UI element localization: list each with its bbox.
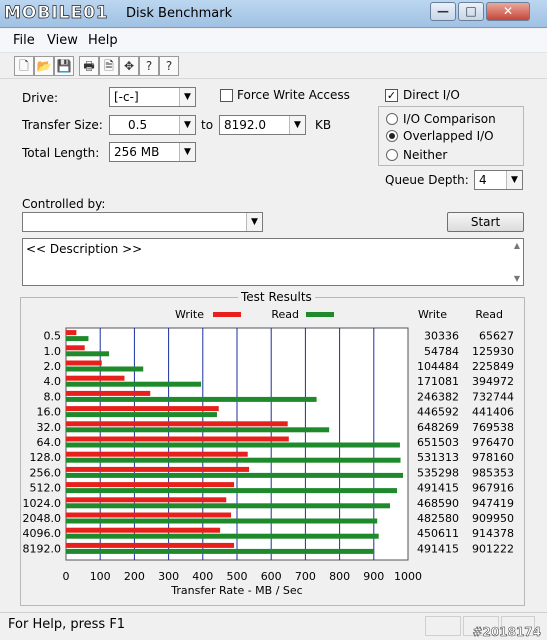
x-tick-label: 600: [261, 570, 282, 583]
status-bar: For Help, press F1: [0, 612, 547, 640]
write-value: 171081: [417, 375, 459, 388]
read-bar: [66, 427, 330, 433]
legend-label-read: Read: [271, 308, 299, 321]
x-axis-label: Transfer Rate - MB / Sec: [170, 584, 302, 597]
write-value: 468590: [417, 497, 459, 510]
write-value: 104484: [417, 360, 459, 373]
read-value: 441406: [472, 406, 514, 419]
read-value: 976470: [472, 436, 514, 449]
x-tick-label: 700: [295, 570, 316, 583]
write-value: 531313: [417, 451, 459, 464]
read-value: 914378: [472, 527, 514, 540]
read-bar: [66, 533, 379, 539]
category-label: 32.0: [37, 421, 62, 434]
legend-swatch-write: [213, 312, 241, 317]
read-bar: [66, 442, 400, 448]
x-tick-label: 200: [124, 570, 145, 583]
legend-label-write: Write: [175, 308, 204, 321]
read-value: 909950: [472, 512, 514, 525]
x-tick-label: 500: [227, 570, 248, 583]
write-bar: [66, 527, 221, 533]
category-label: 8.0: [44, 390, 62, 403]
write-value: 54784: [424, 345, 459, 358]
write-bar: [66, 542, 235, 548]
write-bar: [66, 345, 85, 351]
write-bar: [66, 406, 219, 412]
write-bar: [66, 451, 248, 457]
write-bar: [66, 330, 77, 336]
read-value: 985353: [472, 466, 514, 479]
read-bar: [66, 412, 217, 418]
read-bar: [66, 351, 110, 357]
category-label: 2.0: [44, 360, 62, 373]
read-value: 65627: [479, 330, 514, 343]
category-label: 1024.0: [23, 497, 62, 510]
write-value: 651503: [417, 436, 459, 449]
write-value: 491415: [417, 542, 459, 555]
write-bar: [66, 436, 289, 442]
x-tick-label: 900: [363, 570, 384, 583]
read-bar: [66, 488, 398, 494]
read-bar: [66, 381, 202, 387]
write-value: 446592: [417, 406, 459, 419]
category-label: 64.0: [37, 436, 62, 449]
read-bar: [66, 503, 391, 509]
write-value: 482580: [417, 512, 459, 525]
x-tick-label: 100: [90, 570, 111, 583]
read-bar: [66, 472, 403, 478]
column-header-read: Read: [475, 308, 503, 321]
write-value: 648269: [417, 421, 459, 434]
x-tick-label: 1000: [394, 570, 422, 583]
read-bar: [66, 457, 401, 463]
x-tick-label: 800: [329, 570, 350, 583]
category-label: 4.0: [44, 375, 62, 388]
read-bar: [66, 548, 375, 554]
read-value: 947419: [472, 497, 514, 510]
write-bar: [66, 390, 151, 396]
category-label: 4096.0: [23, 527, 62, 540]
read-value: 901222: [472, 542, 514, 555]
read-value: 769538: [472, 421, 514, 434]
write-value: 246382: [417, 390, 459, 403]
x-tick-label: 0: [63, 570, 70, 583]
category-label: 2048.0: [23, 512, 62, 525]
write-value: 491415: [417, 482, 459, 495]
category-label: 0.5: [44, 330, 62, 343]
status-cell: [425, 616, 461, 636]
write-bar: [66, 512, 232, 518]
column-header-write: Write: [418, 308, 447, 321]
read-value: 732744: [472, 390, 514, 403]
write-value: 30336: [424, 330, 459, 343]
legend-swatch-read: [306, 312, 334, 317]
read-bar: [66, 518, 378, 524]
write-bar: [66, 482, 235, 488]
benchmark-chart: 0 100 200 300 400 500 600 700 800 900 1000 Transfer…: [23, 308, 515, 597]
status-text: For Help, press F1: [8, 617, 126, 632]
read-bar: [66, 396, 317, 402]
category-label: 1.0: [44, 345, 62, 358]
read-bar: [66, 336, 89, 342]
write-bar: [66, 421, 288, 427]
read-value: 978160: [472, 451, 514, 464]
read-value: 394972: [472, 375, 514, 388]
write-value: 535298: [417, 466, 459, 479]
x-tick-label: 300: [158, 570, 179, 583]
category-label: 8192.0: [23, 542, 62, 555]
read-value: 125930: [472, 345, 514, 358]
category-label: 256.0: [30, 466, 62, 479]
read-value: 225849: [472, 360, 514, 373]
write-value: 450611: [417, 527, 459, 540]
x-tick-label: 400: [192, 570, 213, 583]
read-bar: [66, 366, 144, 372]
category-label: 16.0: [37, 406, 62, 419]
write-bar: [66, 466, 250, 472]
write-bar: [66, 375, 125, 381]
watermark-id: #2018174: [472, 625, 541, 640]
write-bar: [66, 497, 227, 503]
category-label: 128.0: [30, 451, 62, 464]
write-bar: [66, 360, 102, 366]
read-value: 967916: [472, 482, 514, 495]
category-label: 512.0: [30, 482, 62, 495]
